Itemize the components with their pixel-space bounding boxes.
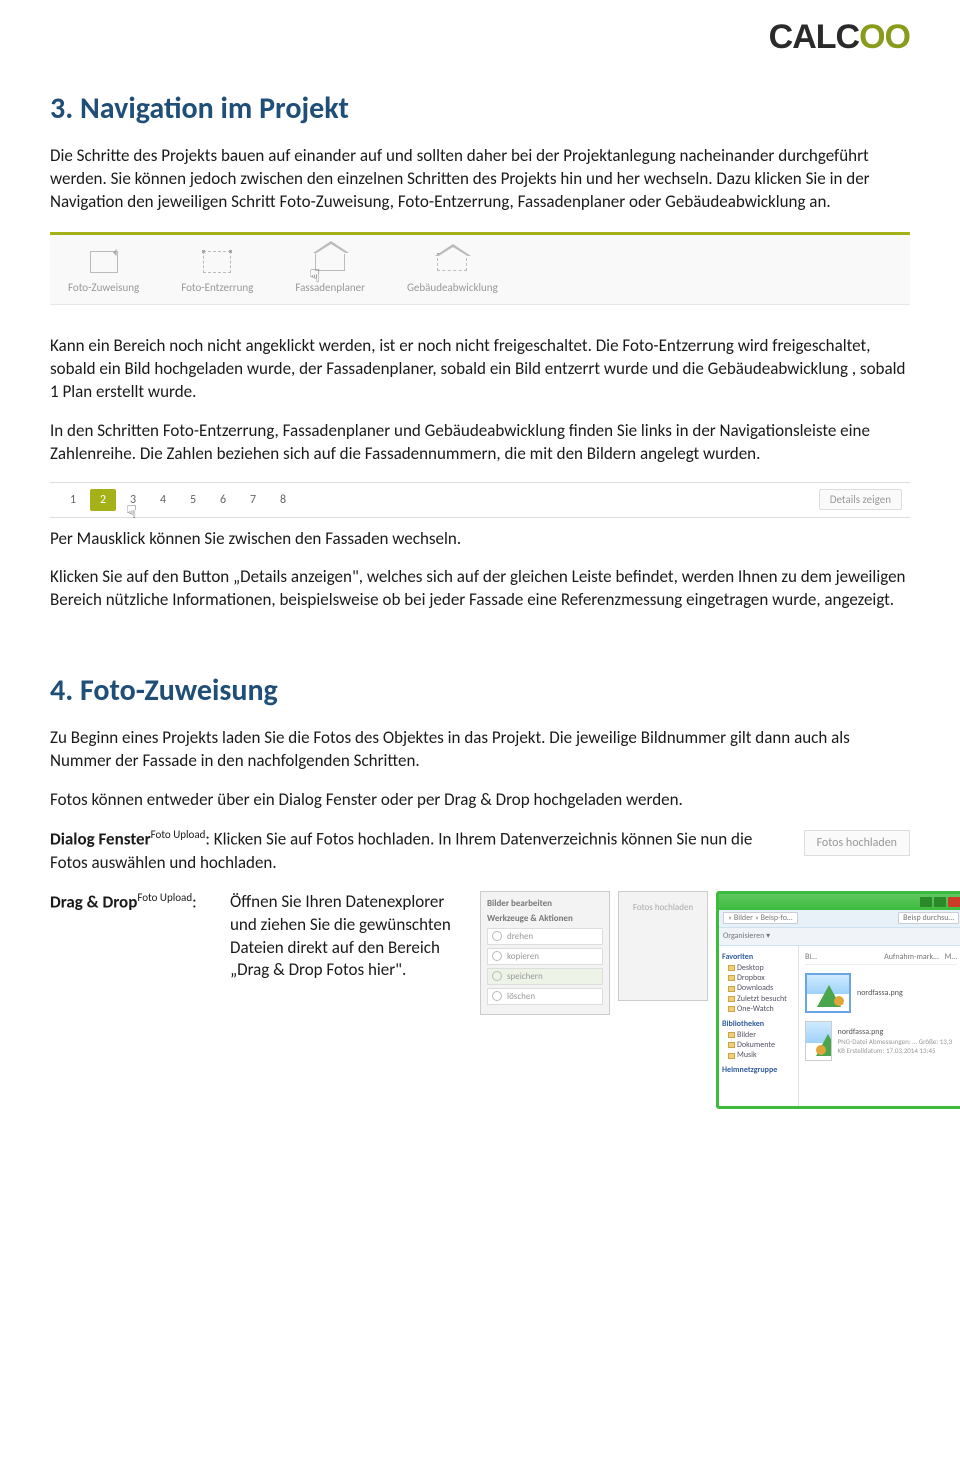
tool-row[interactable]: löschen	[487, 988, 603, 1005]
file-name: nordfassa.png PNG-Datei Abmessungen: … G…	[838, 1027, 957, 1055]
paragraph: Klicken Sie auf den Button „Details anze…	[50, 566, 910, 612]
facade-number-active[interactable]: 2	[90, 489, 116, 511]
facade-number[interactable]: 5	[180, 489, 206, 511]
photo-rectify-icon	[200, 249, 234, 275]
minimize-icon[interactable]	[920, 897, 932, 907]
file-list: Bi… Aufnahm-mark… M… nordfassa.png	[799, 946, 960, 1106]
tree-item[interactable]: Bilder	[728, 1030, 795, 1040]
tool-row[interactable]: speichern	[487, 968, 603, 985]
tree-item[interactable]: Dokumente	[728, 1040, 795, 1050]
maximize-icon[interactable]	[934, 897, 946, 907]
tool-row[interactable]: drehen	[487, 928, 603, 945]
tree-group-homegroup: Heimnetzgruppe	[722, 1065, 795, 1075]
tree-item[interactable]: Desktop	[728, 963, 795, 973]
paragraph: Die Schritte des Projekts bauen auf eina…	[50, 145, 910, 214]
file-name: nordfassa.png	[857, 988, 903, 998]
facade-planner-icon	[313, 249, 347, 275]
facade-number[interactable]: 8	[270, 489, 296, 511]
folder-icon	[728, 1042, 735, 1048]
file-item[interactable]: nordfassa.png	[805, 973, 957, 1013]
paragraph: Zu Beginn eines Projekts laden Sie die F…	[50, 727, 910, 773]
nav-tab-gebaeudeabwicklung[interactable]: Gebäudeabwicklung	[403, 245, 502, 302]
tree-item[interactable]: Zuletzt besucht	[728, 994, 795, 1004]
folder-icon	[728, 996, 735, 1002]
facade-number[interactable]: 4	[150, 489, 176, 511]
panel-header: Werkzeuge & Aktionen	[487, 913, 603, 924]
close-icon[interactable]	[948, 897, 960, 907]
tree-item[interactable]: Downloads	[728, 983, 795, 993]
tool-icon	[492, 991, 502, 1001]
facade-number[interactable]: 1	[60, 489, 86, 511]
column-header[interactable]: Aufnahm-mark…	[884, 952, 939, 962]
drag-drop-section: Drag & DropFoto Upload: Öffnen Sie Ihren…	[50, 891, 910, 1109]
photo-assign-icon	[87, 249, 121, 275]
tools-panel: Bilder bearbeiten Werkzeuge & Aktionen d…	[480, 891, 610, 1015]
tool-row[interactable]: kopieren	[487, 948, 603, 965]
heading-foto-zuweisung: 4. Foto-Zuweisung	[50, 672, 910, 709]
folder-icon	[728, 965, 735, 971]
drop-area[interactable]: Fotos hochladen	[618, 891, 708, 1001]
tree-group-favorites: Favoriten	[722, 952, 795, 962]
building-unwrap-icon	[435, 249, 469, 275]
facade-number[interactable]: 3 ☟	[120, 489, 146, 511]
tree-item[interactable]: One-Watch	[728, 1004, 795, 1014]
details-button[interactable]: Details zeigen	[819, 489, 902, 510]
paragraph-dialog-upload: Dialog FensterFoto Upload: Klicken Sie a…	[50, 828, 770, 875]
paragraph-dragdrop-lead: Drag & DropFoto Upload:	[50, 891, 220, 915]
tree-item[interactable]: Musik	[728, 1050, 795, 1060]
breadcrumb[interactable]: « Bilder » Beisp-fo…	[723, 912, 798, 924]
brand-logo: CALCOO	[769, 18, 910, 57]
facade-number[interactable]: 6	[210, 489, 236, 511]
organize-menu[interactable]: Organisieren ▾	[723, 931, 770, 941]
explorer-toolbar: « Bilder » Beisp-fo… Beisp durchsu…	[719, 910, 960, 928]
heading-navigation: 3. Navigation im Projekt	[50, 90, 910, 127]
tool-icon	[492, 951, 502, 961]
folder-tree: Favoriten Desktop Dropbox Downloads Zule…	[719, 946, 799, 1106]
folder-icon	[728, 975, 735, 981]
paragraph: In den Schritten Foto-Entzerrung, Fassad…	[50, 420, 910, 466]
column-header[interactable]: M…	[945, 952, 957, 962]
facade-number[interactable]: 7	[240, 489, 266, 511]
nav-tab-foto-entzerrung[interactable]: Foto-Entzerrung	[177, 245, 257, 302]
file-explorer: « Bilder » Beisp-fo… Beisp durchsu… Orga…	[716, 891, 960, 1109]
folder-icon	[728, 1053, 735, 1059]
facade-number-strip-screenshot: 1 2 3 ☟ 4 5 6 7 8 Details zeigen	[50, 482, 910, 518]
explorer-menubar: Organisieren ▾	[719, 928, 960, 946]
paragraph: Kann ein Bereich noch nicht angeklickt w…	[50, 335, 910, 404]
fotos-hochladen-button[interactable]: Fotos hochladen	[804, 830, 910, 856]
nav-tab-foto-zuweisung[interactable]: Foto-Zuweisung	[64, 245, 143, 302]
nav-tabs-screenshot: Foto-Zuweisung Foto-Entzerrung Fassadenp…	[50, 232, 910, 305]
search-input[interactable]: Beisp durchsu…	[898, 912, 959, 924]
folder-icon	[728, 986, 735, 992]
folder-icon	[728, 1032, 735, 1038]
tool-icon	[492, 971, 502, 981]
paragraph-dragdrop-text: Öffnen Sie Ihren Datenexplorer und ziehe…	[230, 891, 470, 983]
image-thumbnail	[805, 1021, 832, 1061]
paragraph: Fotos können entweder über ein Dialog Fe…	[50, 789, 910, 812]
column-header[interactable]: Bi…	[805, 952, 817, 962]
drag-drop-screenshot: Bilder bearbeiten Werkzeuge & Aktionen d…	[480, 891, 960, 1109]
image-thumbnail	[805, 973, 851, 1013]
tree-item[interactable]: Dropbox	[728, 973, 795, 983]
folder-icon	[728, 1006, 735, 1012]
window-titlebar	[719, 894, 960, 910]
tree-group-libraries: Bibliotheken	[722, 1019, 795, 1029]
file-item[interactable]: nordfassa.png PNG-Datei Abmessungen: … G…	[805, 1021, 957, 1061]
tool-icon	[492, 931, 502, 941]
nav-tab-fassadenplaner[interactable]: Fassadenplaner ☟	[291, 245, 369, 302]
panel-header: Bilder bearbeiten	[487, 898, 603, 909]
paragraph: Per Mausklick können Sie zwischen den Fa…	[50, 528, 910, 551]
